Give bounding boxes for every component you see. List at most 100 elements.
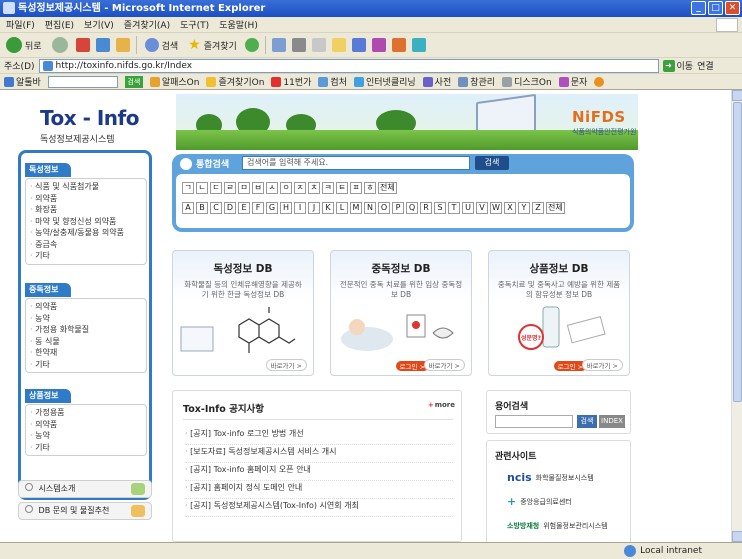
notice-item[interactable]: [보도자료] 독성정보제공시스템 서비스 개시 <box>185 445 453 463</box>
home-icon[interactable] <box>115 38 130 52</box>
maximize-button[interactable]: □ <box>708 1 723 15</box>
nav-item[interactable]: 가정용품 <box>30 407 142 419</box>
11st-button[interactable]: 11번가 <box>271 75 311 88</box>
toolbar-search-input[interactable] <box>47 75 118 88</box>
alphabet-key[interactable]: O <box>378 202 390 214</box>
alphabet-key[interactable]: J <box>308 202 320 214</box>
go-button[interactable]: ➜ 이동 <box>662 59 693 72</box>
alphabet-key[interactable]: V <box>476 202 488 214</box>
consonant-key[interactable]: ㅎ <box>364 182 376 194</box>
dictionary-button[interactable]: 사전 <box>422 75 451 88</box>
card-product-db[interactable]: 상품정보 DB 중독치료 및 중독사고 예방을 위한 제품의 함유성분 정보 D… <box>488 250 630 376</box>
card-shortcut-button[interactable]: 바로가기 > <box>581 359 623 371</box>
edit-icon[interactable] <box>311 38 326 52</box>
consonant-key[interactable]: ㅊ <box>308 182 320 194</box>
alphabet-key[interactable]: W <box>490 202 502 214</box>
nav-item[interactable]: 의약품 <box>30 419 142 431</box>
nav-item[interactable]: 기타 <box>30 442 142 454</box>
history-icon[interactable] <box>244 38 259 52</box>
nav-item[interactable]: 한약재 <box>30 347 142 359</box>
folder-icon[interactable] <box>331 38 346 52</box>
nav-head-product[interactable]: 상품정보 <box>25 389 71 403</box>
alphabet-key[interactable]: R <box>420 202 432 214</box>
alphabet-key[interactable]: P <box>392 202 404 214</box>
links-label[interactable]: 연결 <box>697 59 714 72</box>
nav-head-poison[interactable]: 중독정보 <box>25 283 71 297</box>
consonant-key[interactable]: ㄹ <box>224 182 236 194</box>
integrated-search-input[interactable]: 검색어를 입력해 주세요. <box>242 156 470 170</box>
card-tox-db[interactable]: 독성정보 DB 화학물질 등의 인체유해영향을 제공하기 위한 한글 독성정보 … <box>172 250 314 376</box>
related-site-ncis[interactable]: ncis 화학물질정보시스템 <box>507 471 594 484</box>
alphabet-key[interactable]: S <box>434 202 446 214</box>
menu-favorites[interactable]: 즐겨찾기(A) <box>124 18 170 31</box>
alphabet-key[interactable]: Z <box>532 202 544 214</box>
capture-button[interactable]: 컴처 <box>318 75 347 88</box>
menu-help[interactable]: 도움말(H) <box>219 18 258 31</box>
nav-item[interactable]: 농약/살충제/동물용 의약품 <box>30 227 142 239</box>
site-logo[interactable]: Tox - Info 독성정보제공시스템 <box>40 106 140 145</box>
term-index-button[interactable]: INDEX <box>599 415 625 428</box>
menu-file[interactable]: 파일(F) <box>6 18 35 31</box>
notice-item[interactable]: [공지] Tox-info 로그인 방법 개선 <box>185 427 453 445</box>
alphabet-key[interactable]: K <box>322 202 334 214</box>
related-site-hazmat[interactable]: 소방방재청 위험물정보관리시스템 <box>507 521 608 531</box>
altoolbar-button[interactable]: 알툴바 <box>4 75 41 88</box>
consonant-key[interactable]: ㄱ <box>182 182 194 194</box>
consonant-key-all[interactable]: 전체 <box>378 182 397 194</box>
scroll-down-button[interactable] <box>732 531 742 542</box>
stop-icon[interactable] <box>75 38 90 52</box>
alphabet-key-all[interactable]: 전체 <box>546 202 565 214</box>
nav-item[interactable]: 가정용 화학물질 <box>30 324 142 336</box>
consonant-key[interactable]: ㅍ <box>350 182 362 194</box>
nav-item[interactable]: 기타 <box>30 250 142 262</box>
alphabet-key[interactable]: D <box>224 202 236 214</box>
nav-item[interactable]: 농약 <box>30 313 142 325</box>
consonant-key[interactable]: ㅈ <box>294 182 306 194</box>
alphabet-key[interactable]: I <box>294 202 306 214</box>
notice-item[interactable]: [공지] Tox-info 홈페이지 오픈 안내 <box>185 463 453 481</box>
address-input[interactable]: http://toxinfo.nifds.go.kr/Index <box>38 58 659 73</box>
back-button[interactable]: 뒤로 <box>4 35 44 55</box>
scroll-thumb[interactable] <box>733 102 742 402</box>
toolbar-search-button[interactable]: 검색 <box>124 75 143 88</box>
alpass-button[interactable]: 알패스On <box>149 75 199 88</box>
consonant-key[interactable]: ㅇ <box>280 182 292 194</box>
alphabet-key[interactable]: M <box>350 202 362 214</box>
alphabet-key[interactable]: C <box>210 202 222 214</box>
consonant-key[interactable]: ㅁ <box>238 182 250 194</box>
alphabet-key[interactable]: F <box>252 202 264 214</box>
print-icon[interactable] <box>291 38 306 52</box>
nav-head-tox[interactable]: 독성정보 <box>25 163 71 177</box>
nav-item[interactable]: 동 식물 <box>30 336 142 348</box>
agency-logo[interactable]: NiFDS 식품의약품안전평가원 <box>572 108 636 137</box>
nav-item[interactable]: 화장품 <box>30 204 142 216</box>
alphabet-key[interactable]: U <box>462 202 474 214</box>
alphabet-key[interactable]: N <box>364 202 376 214</box>
consonant-key[interactable]: ㅅ <box>266 182 278 194</box>
consonant-key[interactable]: ㄷ <box>210 182 222 194</box>
minimize-button[interactable]: _ <box>691 1 706 15</box>
nav-item[interactable]: 식품 및 식품첨가물 <box>30 181 142 193</box>
menu-edit[interactable]: 편집(E) <box>45 18 74 31</box>
media-icon[interactable] <box>371 38 386 52</box>
research-icon[interactable] <box>391 38 406 52</box>
close-button[interactable]: ✕ <box>725 1 740 15</box>
favorites-on-button[interactable]: 즐겨찾기On <box>206 75 264 88</box>
sms-button[interactable]: 문자 <box>558 75 587 88</box>
term-search-button[interactable]: 검색 <box>577 415 597 428</box>
search-button[interactable]: 검색 <box>143 35 181 55</box>
alphabet-key[interactable]: A <box>182 202 194 214</box>
alphabet-key[interactable]: Y <box>518 202 530 214</box>
card-poison-db[interactable]: 중독정보 DB 전문적인 중독 치료를 위한 임상 중독정보 DB 로그인 > … <box>330 250 472 376</box>
notice-more-link[interactable]: more <box>428 401 455 409</box>
notice-item[interactable]: [공지] 독성정보제공시스템(Tox-Info) 시연회 개최 <box>185 499 453 517</box>
nav-item[interactable]: 의약품 <box>30 193 142 205</box>
alphabet-key[interactable]: B <box>196 202 208 214</box>
scroll-up-button[interactable] <box>732 90 742 101</box>
consonant-key[interactable]: ㅂ <box>252 182 264 194</box>
alphabet-key[interactable]: G <box>266 202 278 214</box>
menu-tools[interactable]: 도구(T) <box>180 18 209 31</box>
system-intro-link[interactable]: 시스템소개 <box>18 480 152 498</box>
alphabet-key[interactable]: E <box>238 202 250 214</box>
nav-item[interactable]: 기타 <box>30 359 142 371</box>
